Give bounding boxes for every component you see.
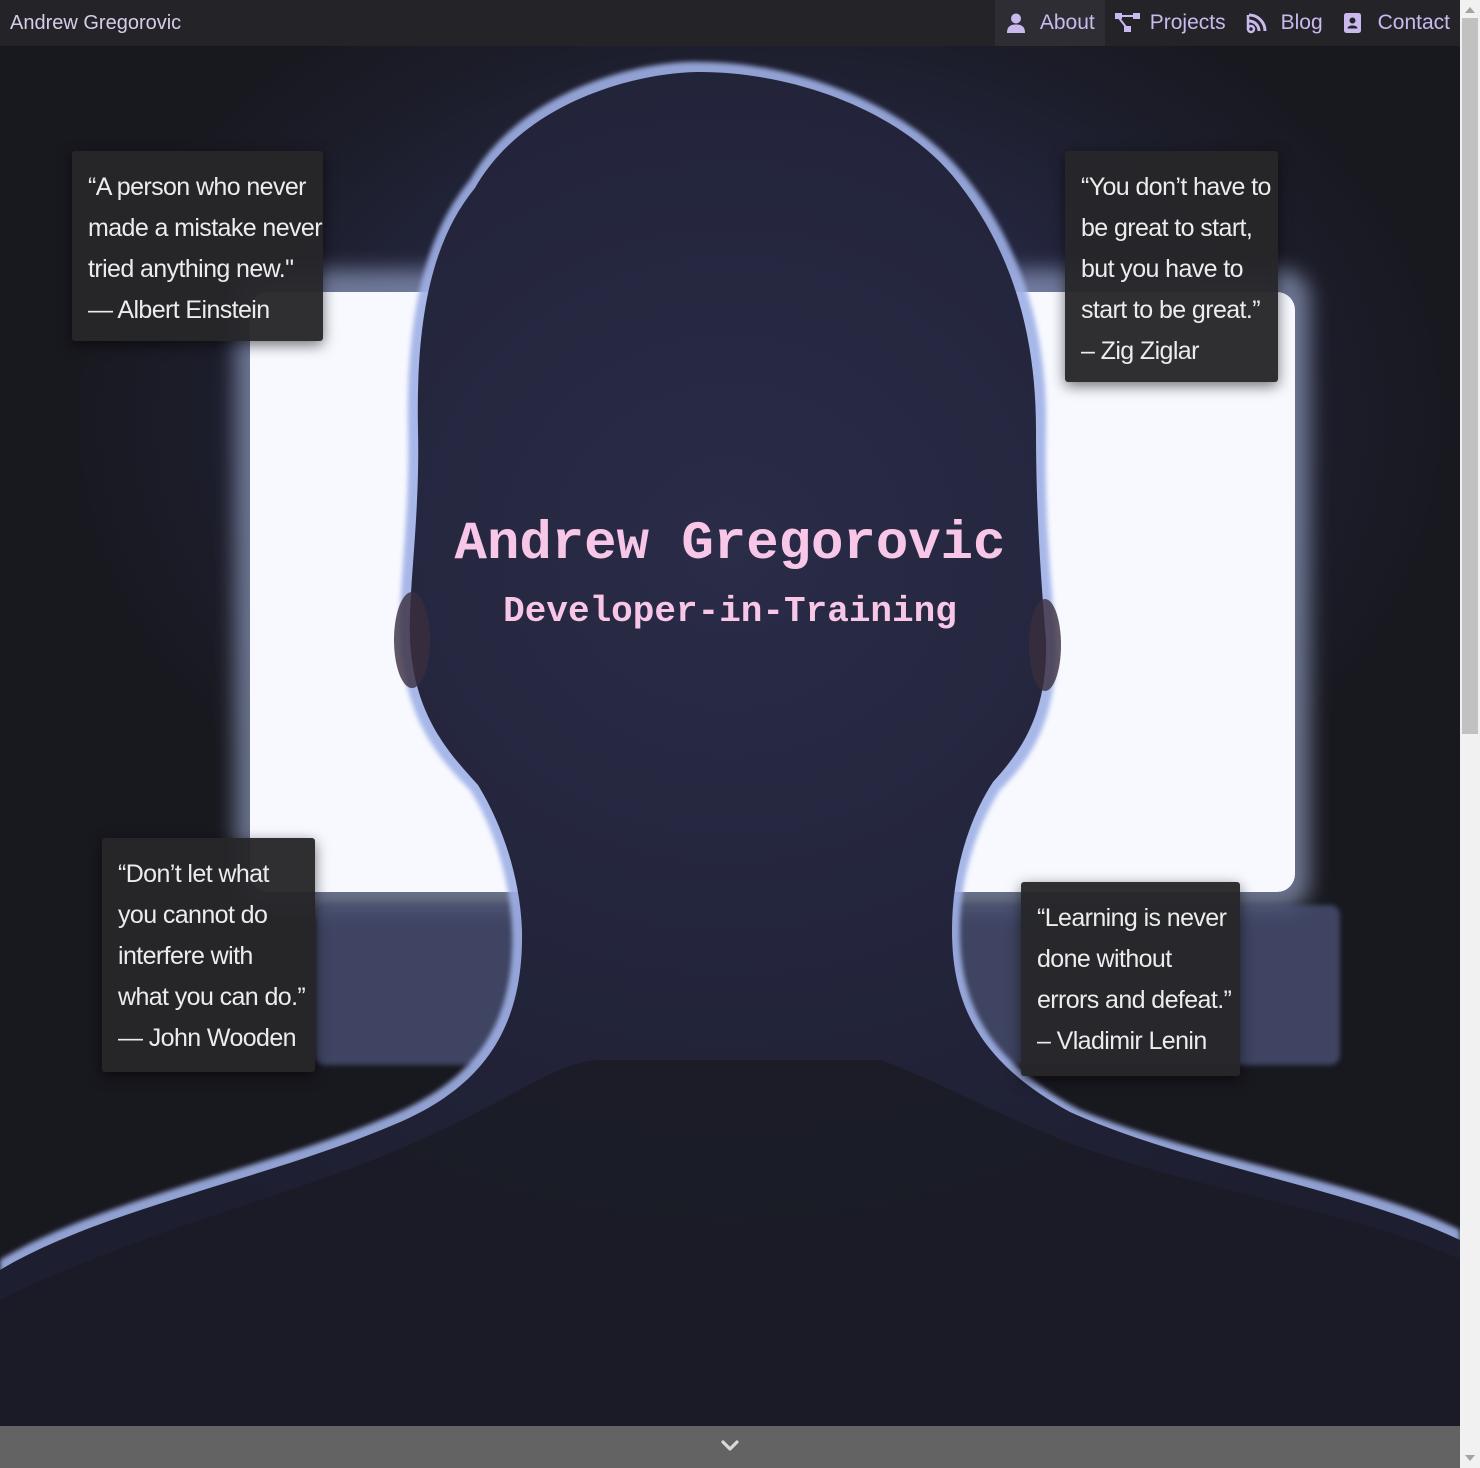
scrollbar-thumb[interactable]: [1462, 18, 1478, 734]
quote-card-einstein: “A person who never made a mistake never…: [72, 151, 323, 341]
user-icon: [1005, 12, 1027, 34]
scroll-down-arrow-icon[interactable]: [1465, 1455, 1475, 1461]
hero-title: Andrew Gregorovic: [0, 512, 1460, 578]
quote-card-lenin: “Learning is never done without errors a…: [1021, 882, 1240, 1076]
quote-line: made a mistake never: [88, 214, 323, 242]
quote-author: – Zig Ziglar: [1081, 337, 1199, 365]
nav-link-label: Projects: [1149, 11, 1226, 34]
quote-line: start to be great.”: [1081, 296, 1261, 324]
quote-line: you cannot do: [118, 901, 268, 929]
hero-subtitle: Developer-in-Training: [503, 591, 957, 632]
hero-title-text: Andrew Gregorovic: [454, 514, 1006, 575]
quote-line: tried anything new.": [88, 255, 294, 283]
top-nav: Andrew Gregorovic About Projects Blog Co…: [0, 0, 1460, 46]
quote-line: be great to start,: [1081, 214, 1253, 242]
quote-card-wooden: “Don’t let what you cannot do interfere …: [102, 838, 315, 1072]
blog-icon: [1246, 12, 1268, 34]
quote-author: — John Wooden: [118, 1024, 297, 1052]
quote-line: “A person who never: [88, 173, 307, 201]
quote-author: – Vladimir Lenin: [1037, 1027, 1207, 1055]
address-book-icon: [1343, 12, 1365, 34]
nav-link-contact[interactable]: Contact: [1333, 0, 1460, 46]
quote-line: done without: [1037, 945, 1172, 973]
quote-author: — Albert Einstein: [88, 296, 270, 324]
nav-link-blog[interactable]: Blog: [1236, 0, 1333, 46]
quote-card-ziglar: “You don’t have to be great to start, bu…: [1065, 151, 1278, 382]
scroll-down-button[interactable]: [0, 1426, 1460, 1468]
quote-line: “Don’t let what: [118, 860, 269, 888]
nav-link-label: Contact: [1377, 11, 1450, 34]
quote-line: what you can do.”: [118, 983, 306, 1011]
brand-link[interactable]: Andrew Gregorovic: [10, 10, 181, 36]
quote-line: errors and defeat.”: [1037, 986, 1232, 1014]
project-diagram-icon: [1114, 12, 1140, 34]
quote-line: “You don’t have to: [1081, 173, 1271, 201]
nav-link-about[interactable]: About: [994, 0, 1105, 46]
quote-line: but you have to: [1081, 255, 1244, 283]
page: Andrew Gregorovic About Projects Blog Co…: [0, 0, 1480, 1468]
nav-link-label: About: [1039, 11, 1095, 34]
scroll-up-arrow-icon[interactable]: [1465, 7, 1475, 13]
quote-line: interfere with: [118, 942, 253, 970]
chevron-down-icon: [720, 1438, 740, 1457]
nav-link-projects[interactable]: Projects: [1105, 0, 1236, 46]
page-scrollbar[interactable]: [1460, 0, 1480, 1468]
quote-line: “Learning is never: [1037, 904, 1227, 932]
nav-links: About Projects Blog Contact: [994, 0, 1460, 46]
nav-link-label: Blog: [1280, 11, 1323, 34]
